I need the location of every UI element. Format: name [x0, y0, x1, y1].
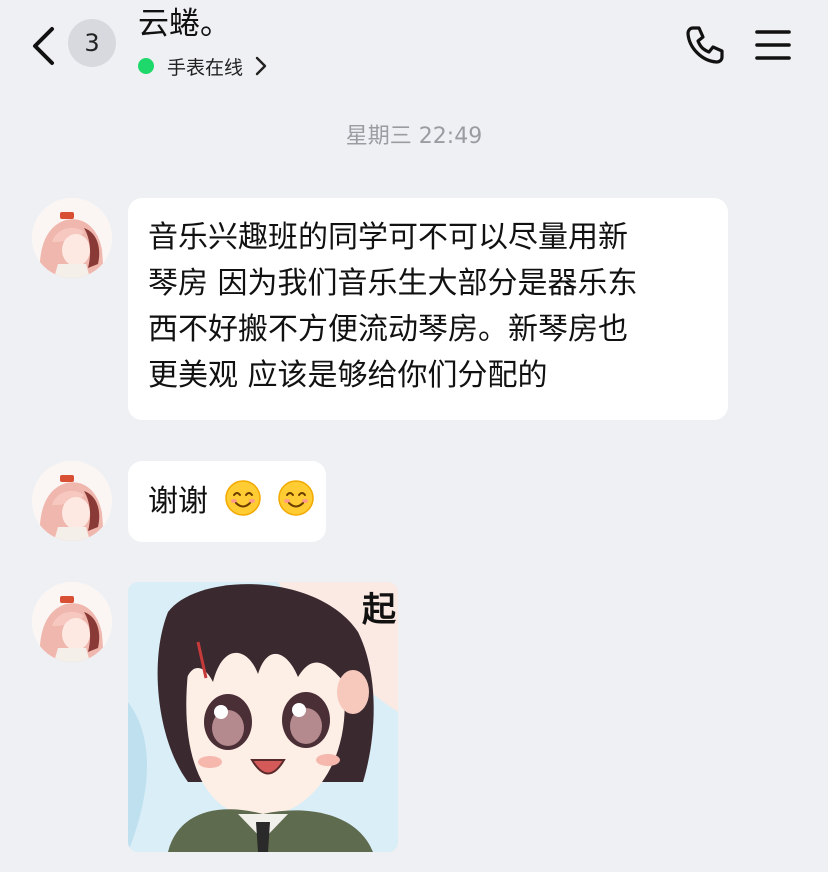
message-timestamp: 星期三 22:49: [345, 124, 483, 149]
contact-avatar[interactable]: [32, 582, 112, 662]
message-line: 琴房 因为我们音乐生大部分是器乐东: [148, 266, 638, 301]
message-bubble[interactable]: 谢谢: [128, 461, 326, 542]
message-line: 西不好搬不方便流动琴房。新琴房也: [148, 312, 628, 347]
contact-avatar[interactable]: [32, 198, 112, 278]
message-text: 谢谢: [148, 484, 208, 519]
online-dot-icon: [138, 58, 154, 74]
contact-avatar[interactable]: [32, 461, 112, 541]
chat-screen: 3 云蜷。 手表在线 星期三 22:49 音乐兴趣班的同学可不可以尽量用新 琴房…: [0, 0, 828, 872]
smiling-face-emoji-icon: [224, 480, 261, 516]
message-line: 更美观 应该是够给你们分配的: [148, 358, 548, 393]
chevron-left-icon: [33, 27, 54, 65]
smiling-face-emoji-icon: [278, 480, 314, 516]
chevron-right-icon: [255, 56, 267, 76]
back-button[interactable]: [26, 24, 60, 68]
sticker-caption: 起: [362, 590, 396, 630]
message-bubble[interactable]: 音乐兴趣班的同学可不可以尽量用新 琴房 因为我们音乐生大部分是器乐东 西不好搬不…: [128, 198, 728, 420]
contact-name[interactable]: 云蜷。: [138, 4, 231, 44]
status-text: 手表在线: [167, 56, 244, 79]
phone-icon[interactable]: [684, 24, 726, 66]
message-line: 音乐兴趣班的同学可不可以尽量用新: [148, 220, 628, 255]
online-status[interactable]: 手表在线: [138, 52, 267, 80]
chat-header: 3 云蜷。 手表在线: [0, 0, 828, 96]
sticker-image[interactable]: 起: [128, 582, 398, 852]
unread-count-badge[interactable]: 3: [68, 19, 116, 67]
hamburger-menu-icon[interactable]: [754, 26, 792, 64]
